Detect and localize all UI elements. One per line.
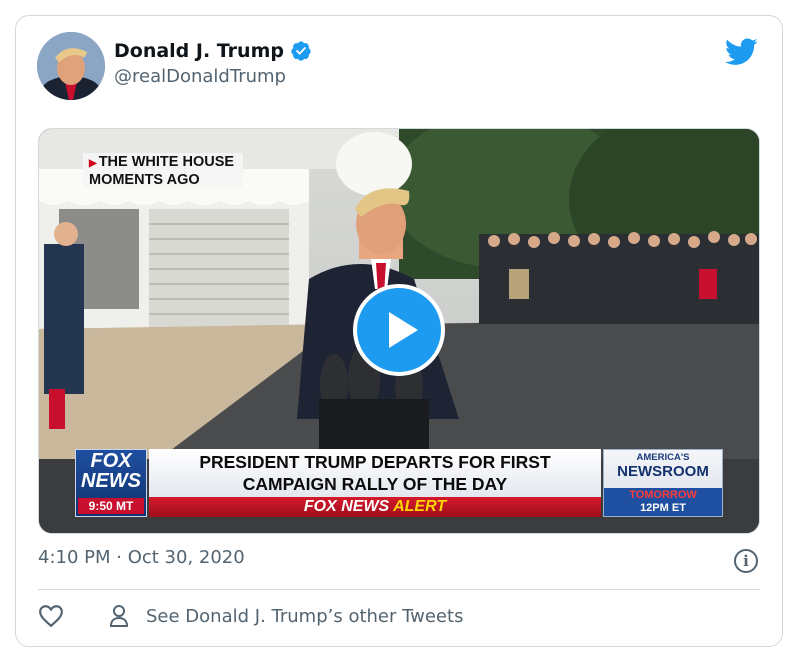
author-info: Donald J. Trump @realDonaldTrump <box>114 40 312 87</box>
promo-line-3: TOMORROW <box>629 489 697 501</box>
news-headline: PRESIDENT TRUMP DEPARTS FOR FIRST CAMPAI… <box>149 449 601 497</box>
avatar[interactable] <box>37 32 105 100</box>
person-icon <box>109 605 129 627</box>
play-icon <box>388 312 418 348</box>
news-lower-third: FOX NEWS 9:50 MT PRESIDENT TRUMP DEPARTS… <box>75 449 723 517</box>
slug-line-1: THE WHITE HOUSE <box>98 154 235 170</box>
logo-line-2: NEWS <box>81 470 141 492</box>
author-handle[interactable]: @realDonaldTrump <box>114 66 312 87</box>
slug-marker-icon: ▶ <box>89 158 97 169</box>
news-alert-bar: FOX NEWS ALERT <box>149 497 601 517</box>
on-screen-slug: ▶ THE WHITE HOUSE MOMENTS AGO <box>83 153 243 188</box>
slug-line-2: MOMENTS AGO <box>89 172 200 188</box>
alert-word: ALERT <box>393 498 447 515</box>
headline-line-2: CAMPAIGN RALLY OF THE DAY <box>242 474 508 494</box>
promo-line-1: AMERICA'S <box>636 452 690 463</box>
see-other-tweets-link[interactable]: See Donald J. Trump’s other Tweets <box>146 606 463 627</box>
verified-badge-icon <box>291 41 311 61</box>
promo-line-2: NEWSROOM <box>617 463 709 480</box>
tweet-footer: See Donald J. Trump’s other Tweets <box>38 604 463 628</box>
author-name[interactable]: Donald J. Trump <box>114 40 284 62</box>
twitter-bird-icon[interactable] <box>725 38 758 66</box>
heart-icon[interactable] <box>38 604 64 628</box>
tweet-timestamp[interactable]: 4:10 PM · Oct 30, 2020 <box>38 547 245 568</box>
broadcast-clock: 9:50 MT <box>78 498 144 514</box>
headline-line-1: PRESIDENT TRUMP DEPARTS FOR FIRST <box>199 452 551 472</box>
promo-line-4: 12PM ET <box>640 502 686 514</box>
play-button[interactable] <box>353 284 445 376</box>
tweet-card[interactable]: Donald J. Trump @realDonaldTrump ▶ THE W… <box>15 15 783 647</box>
video-player[interactable]: ▶ THE WHITE HOUSE MOMENTS AGO FOX NEWS 9:… <box>38 128 760 534</box>
info-icon[interactable]: i <box>734 549 758 573</box>
logo-line-1: FOX <box>90 450 132 472</box>
alert-brand: FOX NEWS <box>303 498 390 515</box>
divider <box>38 589 760 590</box>
show-promo: AMERICA'S NEWSROOM TOMORROW 12PM ET <box>603 449 723 517</box>
fox-news-logo: FOX NEWS 9:50 MT <box>75 449 147 517</box>
